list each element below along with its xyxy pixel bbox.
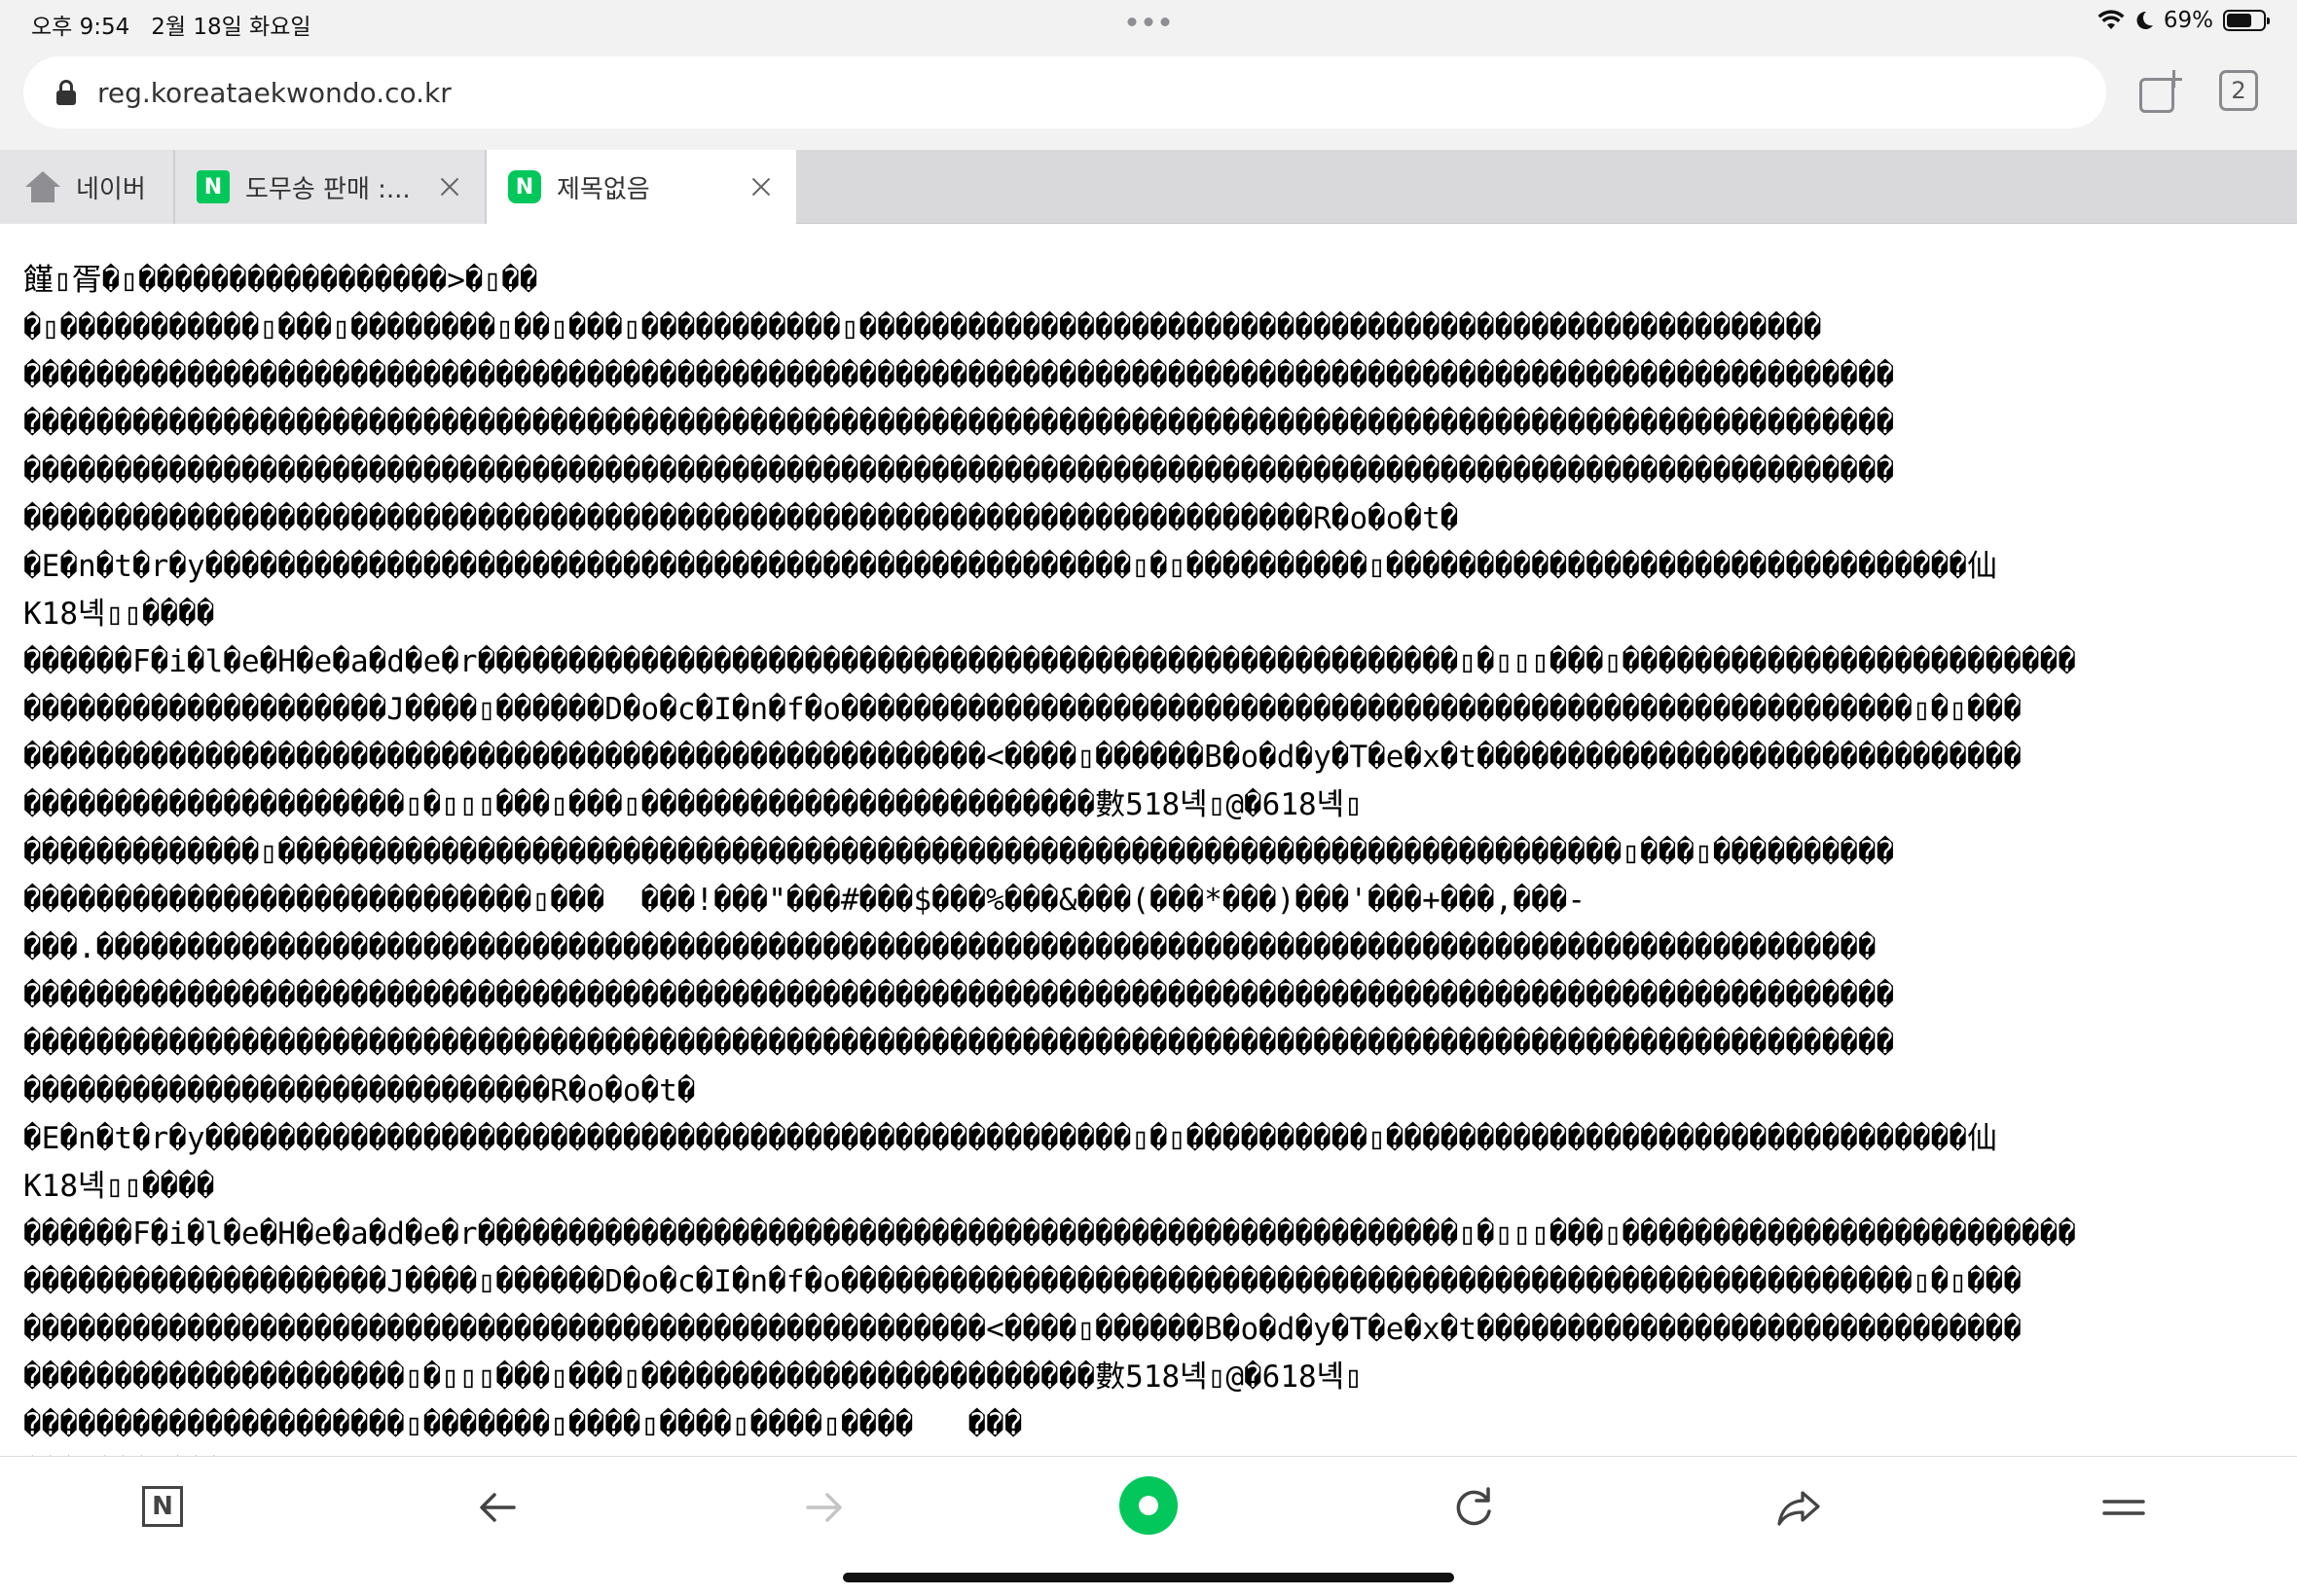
content-line: ����������������������������▯��� ���!���… [23, 883, 1586, 918]
naver-n-icon: N [508, 170, 541, 203]
url-text[interactable]: reg.koreataekwondo.co.kr [97, 77, 452, 109]
content-line: ��� ��� ��� [23, 1449, 2281, 1456]
content-line: ����������������������������������������… [23, 740, 2022, 775]
moon-icon [2136, 11, 2153, 29]
bottom-toolbar: N [0, 1456, 2297, 1596]
close-tab-icon[interactable] [749, 175, 773, 199]
close-tab-icon[interactable] [438, 175, 461, 199]
content-line: 饉▯胥�▯�����������������>�▯�� [23, 263, 538, 298]
content-line: K18녝▯▯���� [23, 597, 215, 632]
content-line: �������������▯��������������������������… [23, 835, 1895, 870]
status-time-date: 오후 9:54 2월 18일 화요일 [31, 15, 311, 40]
home-indicator [843, 1573, 1454, 1582]
content-line: �E�n�t�r�y������������������������������… [23, 549, 1998, 584]
content-line: �▯�����������▯���▯��������▯��▯���▯������… [23, 310, 1822, 345]
new-tab-button[interactable] [2137, 68, 2184, 115]
share-icon[interactable] [1769, 1478, 1828, 1537]
page-content: 饉▯胥�▯�����������������>�▯�� �▯�����������… [23, 257, 2281, 1456]
naver-n-icon: N [197, 170, 230, 203]
browser-address-area: reg.koreataekwondo.co.kr 2 [0, 47, 2297, 150]
multitasking-dots-icon[interactable] [1127, 18, 1170, 26]
content-line: ���������������������▯�▯▯▯���▯���▯������… [23, 1360, 1363, 1395]
back-arrow-icon[interactable] [469, 1478, 528, 1537]
tab-label: 제목없음 [557, 174, 650, 204]
lock-icon [56, 80, 76, 105]
content-line: ������F�i�l�e�H�e�a�d�e�r���������������… [23, 1216, 2076, 1251]
battery-percent: 69% [2163, 8, 2213, 33]
content-line: �E�n�t�r�y������������������������������… [23, 1121, 1998, 1156]
content-line: ����������������������������������������… [23, 1312, 2022, 1347]
wifi-icon [2097, 10, 2125, 29]
content-line: ����������������������������������������… [23, 406, 1895, 441]
tab-label: 도무송 판매 :... [245, 174, 411, 204]
tab-domusong[interactable]: N 도무송 판매 :... [175, 150, 485, 224]
content-line: ����������������������������������������… [23, 978, 1895, 1013]
tab-untitled-active[interactable]: N 제목없음 [487, 150, 796, 224]
content-line: ������F�i�l�e�H�e�a�d�e�r���������������… [23, 644, 2076, 679]
naver-home-button[interactable]: N [142, 1486, 183, 1527]
content-line: ���������������������▯�������▯����▯����▯… [23, 1407, 1023, 1442]
content-line: ��������������������J����▯������D�o�c�I�… [23, 692, 2022, 727]
content-line: ���������������������▯�▯▯▯���▯���▯������… [23, 787, 1363, 822]
new-tab-icon [2139, 78, 2174, 113]
content-line: K18녝▯▯���� [23, 1169, 215, 1204]
tab-label: 네이버 [76, 174, 146, 204]
status-right-group: 69% [2097, 8, 2270, 33]
menu-icon[interactable] [2095, 1478, 2153, 1537]
status-bar: 오후 9:54 2월 18일 화요일 69% [0, 0, 2297, 47]
tab-bar: 네이버 N 도무송 판매 :... N 제목없음 [0, 150, 2297, 224]
content-line: ����������������������������������������… [23, 358, 1895, 393]
green-dot-button[interactable] [1119, 1476, 1178, 1535]
forward-arrow-icon[interactable] [794, 1478, 853, 1537]
battery-fill [2227, 14, 2251, 27]
content-line: ���.������������������������������������… [23, 930, 1877, 965]
content-line: ��������������������J����▯������D�o�c�I�… [23, 1264, 2022, 1299]
home-icon [25, 171, 60, 202]
reload-icon[interactable] [1444, 1478, 1503, 1537]
content-line: ����������������������������������������… [23, 501, 1459, 536]
address-bar[interactable]: reg.koreataekwondo.co.kr [23, 56, 2106, 128]
battery-icon [2223, 10, 2270, 31]
content-line: �����������������������������R�o�o�t� [23, 1073, 696, 1108]
content-line: ����������������������������������������… [23, 1026, 1895, 1061]
content-line: ����������������������������������������… [23, 453, 1895, 489]
tab-count-button[interactable]: 2 [2219, 70, 2258, 111]
tab-naver-home[interactable]: 네이버 [0, 150, 173, 224]
